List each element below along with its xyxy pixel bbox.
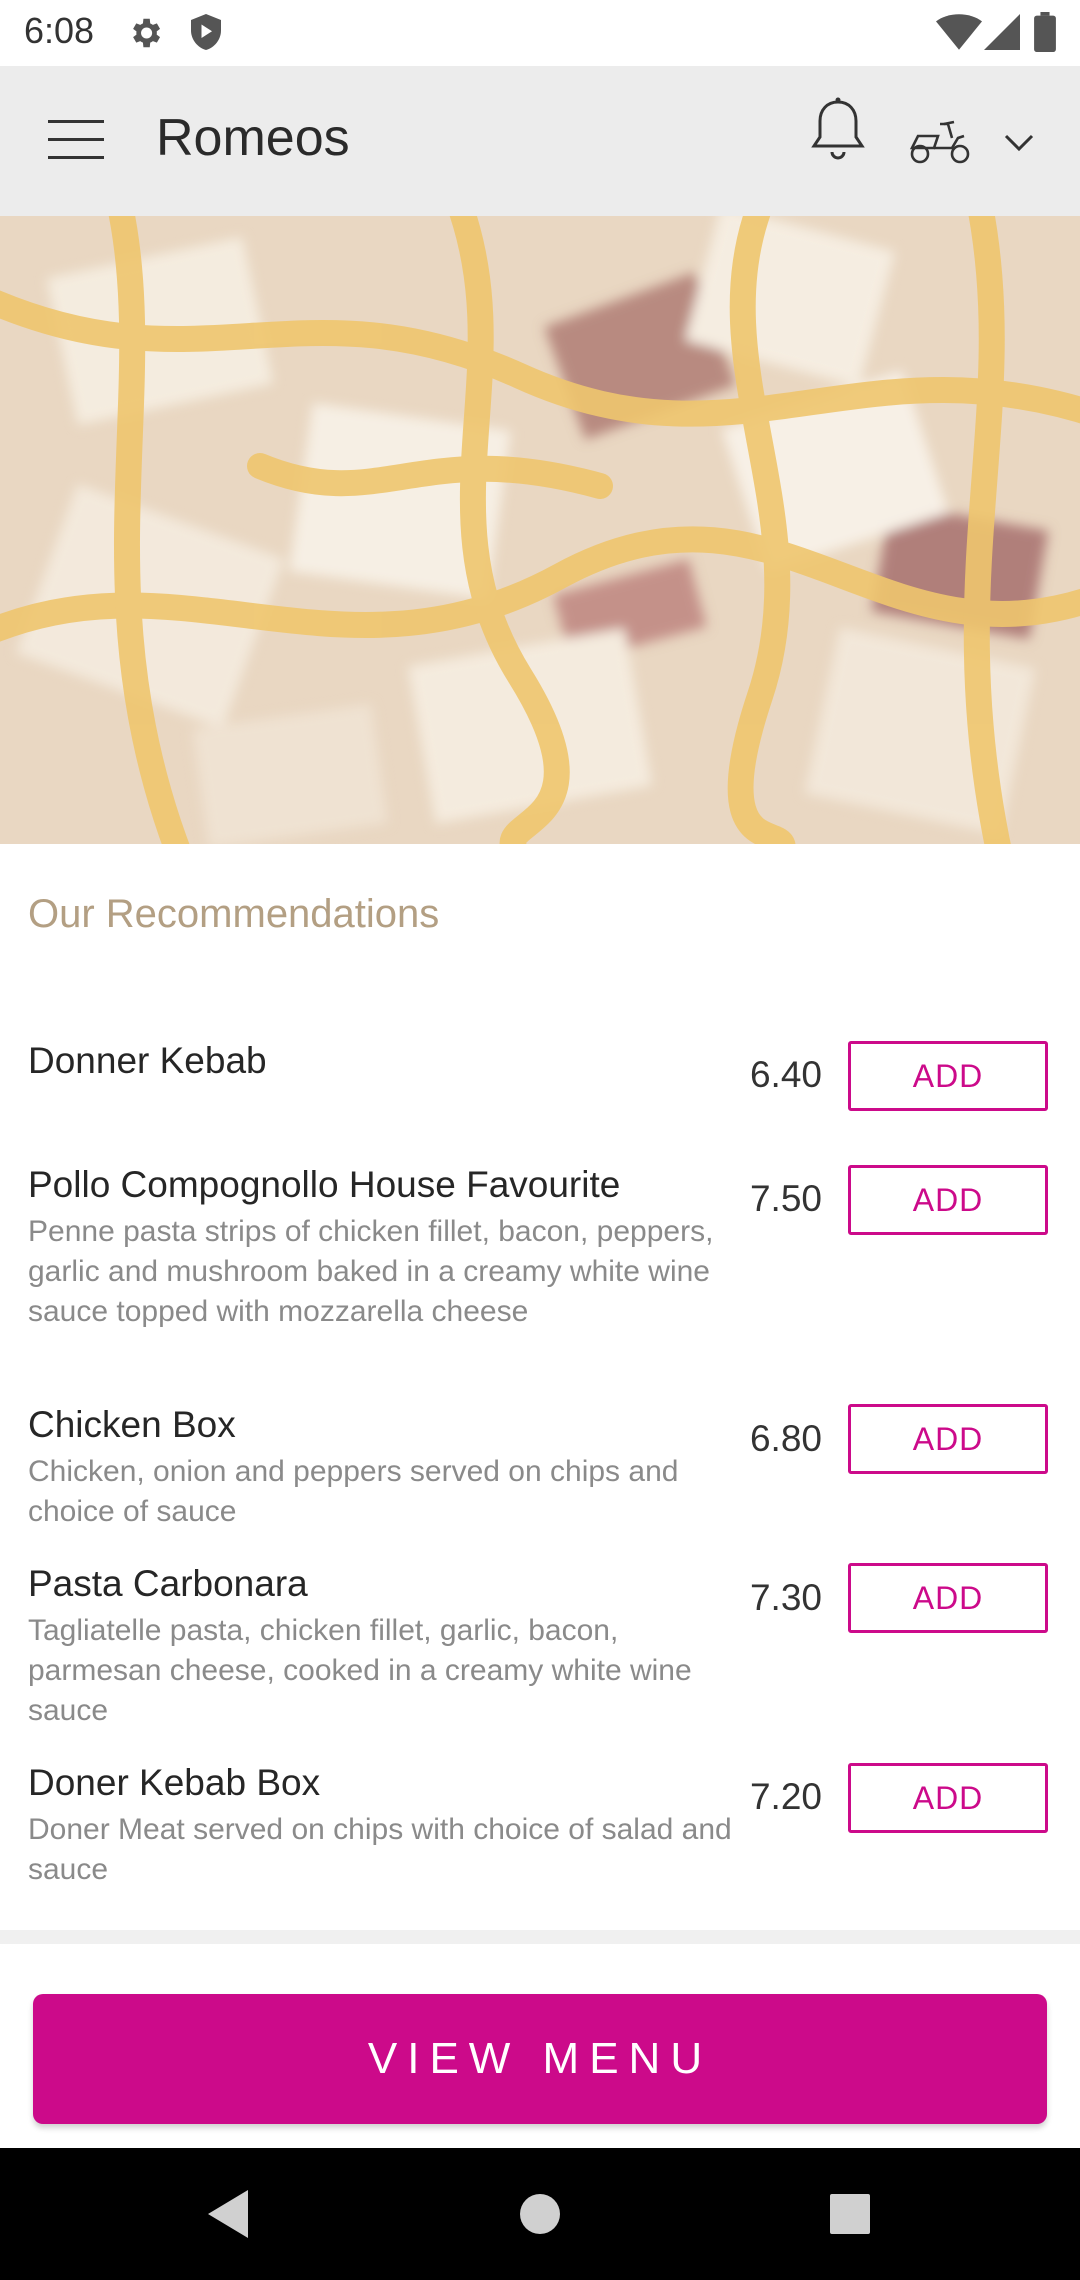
chevron-down-icon[interactable] bbox=[1002, 130, 1036, 156]
shield-icon bbox=[191, 14, 221, 50]
back-icon[interactable] bbox=[206, 2188, 250, 2240]
item-price: 7.20 bbox=[749, 1776, 822, 1817]
status-bar: 6:08 bbox=[0, 0, 1080, 66]
gear-icon bbox=[133, 18, 161, 48]
add-button[interactable]: ADD bbox=[848, 1404, 1048, 1474]
item-description: Penne pasta strips of chicken fillet, ba… bbox=[28, 1215, 714, 1328]
item-price: 6.80 bbox=[749, 1418, 822, 1459]
status-time: 6:08 bbox=[24, 10, 95, 51]
home-icon[interactable] bbox=[518, 2192, 562, 2236]
app-bar: Romeos bbox=[0, 66, 1080, 216]
item-price: 6.40 bbox=[749, 1054, 822, 1095]
item-name: Donner Kebab bbox=[28, 1040, 267, 1081]
signal-icon bbox=[984, 14, 1020, 50]
hero-image bbox=[0, 216, 1080, 844]
app-title: Romeos bbox=[156, 109, 350, 167]
view-menu-button[interactable]: VIEW MENU bbox=[33, 1994, 1047, 2124]
section-title: Our Recommendations bbox=[28, 892, 440, 936]
item-name: Chicken Box bbox=[28, 1404, 236, 1445]
battery-icon bbox=[1034, 12, 1056, 52]
item-name: Pollo Compognollo House Favourite bbox=[28, 1164, 621, 1205]
item-price: 7.50 bbox=[749, 1178, 822, 1219]
hamburger-menu-icon[interactable] bbox=[48, 118, 104, 162]
item-price: 7.30 bbox=[749, 1577, 822, 1618]
recents-icon[interactable] bbox=[828, 2192, 872, 2236]
system-nav-bar bbox=[0, 2148, 1080, 2280]
add-button[interactable]: ADD bbox=[848, 1041, 1048, 1111]
item-description: Chicken, onion and peppers served on chi… bbox=[28, 1455, 679, 1528]
bell-icon[interactable] bbox=[808, 96, 868, 166]
wifi-icon bbox=[936, 14, 982, 50]
divider bbox=[0, 1930, 1080, 1944]
item-name: Pasta Carbonara bbox=[28, 1563, 308, 1604]
scooter-delivery-icon[interactable] bbox=[908, 116, 972, 166]
add-button[interactable]: ADD bbox=[848, 1165, 1048, 1235]
item-name: Doner Kebab Box bbox=[28, 1762, 321, 1803]
add-button[interactable]: ADD bbox=[848, 1763, 1048, 1833]
add-button[interactable]: ADD bbox=[848, 1563, 1048, 1633]
item-description: Tagliatelle pasta, chicken fillet, garli… bbox=[28, 1614, 692, 1727]
item-description: Doner Meat served on chips with choice o… bbox=[28, 1813, 732, 1886]
